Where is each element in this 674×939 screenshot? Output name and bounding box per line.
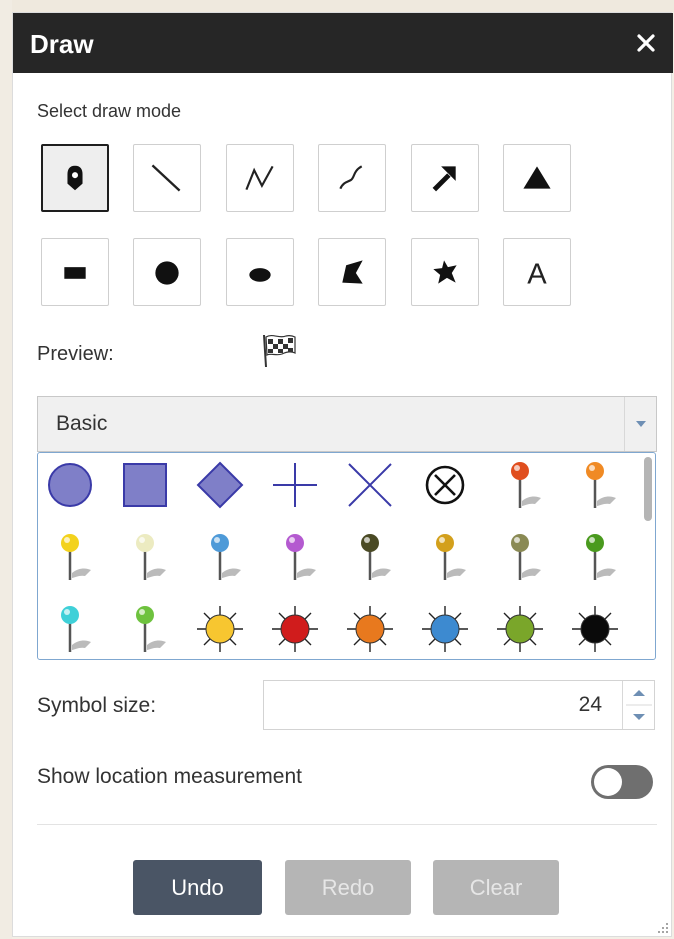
line-icon: [151, 164, 181, 192]
sun-red-symbol[interactable]: [268, 602, 322, 656]
pushpin-lightgreen-symbol[interactable]: [118, 602, 172, 656]
checkered-flag-icon: [260, 331, 300, 371]
pushpin-yellow-symbol[interactable]: [43, 530, 97, 584]
freehand-line-mode-button[interactable]: [318, 144, 386, 212]
point-mode-button[interactable]: [41, 144, 109, 212]
pushpin-olive-symbol[interactable]: [493, 530, 547, 584]
ellipse-mode-button[interactable]: [226, 238, 294, 306]
toggle-knob: [594, 768, 622, 796]
circle-x-symbol[interactable]: [418, 458, 472, 512]
pushpin-orange-symbol[interactable]: [568, 458, 622, 512]
x-symbol[interactable]: [343, 458, 397, 512]
pushpin-cream-symbol[interactable]: [118, 530, 172, 584]
draw-panel: Draw Select draw mode A Preview: Basic S…: [12, 12, 673, 937]
panel-header: Draw: [13, 13, 673, 73]
dropdown-arrow-icon[interactable]: [624, 397, 656, 451]
pushpin-purple-symbol[interactable]: [268, 530, 322, 584]
divider: [37, 824, 657, 825]
sun-black-symbol[interactable]: [568, 602, 622, 656]
location-measurement-toggle[interactable]: [591, 765, 653, 799]
text-mode-button[interactable]: A: [503, 238, 571, 306]
freehand-polygon-icon: [433, 260, 457, 284]
rectangle-icon: [64, 267, 86, 279]
cross-symbol[interactable]: [268, 458, 322, 512]
ellipse-icon: [249, 268, 271, 282]
close-icon[interactable]: [633, 27, 659, 57]
location-measurement-label: Show location measurement: [37, 765, 302, 788]
pushpin-gold-symbol[interactable]: [418, 530, 472, 584]
rectangle-mode-button[interactable]: [41, 238, 109, 306]
freehand-line-icon: [339, 165, 363, 190]
point-pin-icon: [67, 165, 83, 191]
pushpin-red-symbol[interactable]: [493, 458, 547, 512]
square-symbol[interactable]: [118, 458, 172, 512]
clear-button[interactable]: Clear: [433, 860, 559, 915]
diamond-symbol[interactable]: [193, 458, 247, 512]
circle-symbol[interactable]: [43, 458, 97, 512]
sun-yellow-symbol[interactable]: [193, 602, 247, 656]
text-mode-glyph: A: [527, 259, 547, 291]
symbol-size-stepper[interactable]: [622, 681, 654, 729]
pushpin-cyan-symbol[interactable]: [43, 602, 97, 656]
line-mode-button[interactable]: [133, 144, 201, 212]
symbol-set-value: Basic: [56, 412, 108, 435]
pushpin-green-symbol[interactable]: [568, 530, 622, 584]
symbol-size-value: 24: [578, 693, 602, 716]
arrow-mode-button[interactable]: [411, 144, 479, 212]
triangle-mode-button[interactable]: [503, 144, 571, 212]
polygon-icon: [342, 260, 363, 284]
preview-label: Preview:: [37, 343, 114, 365]
polyline-icon: [245, 165, 274, 191]
polygon-mode-button[interactable]: [318, 238, 386, 306]
text-icon: A: [527, 259, 547, 291]
freehand-polygon-mode-button[interactable]: [411, 238, 479, 306]
symbol-gallery: [37, 452, 656, 660]
draw-mode-label: Select draw mode: [37, 101, 182, 121]
pushpin-olive-dark-symbol[interactable]: [343, 530, 397, 584]
symbol-size-label: Symbol size:: [37, 694, 157, 717]
map-background-left: [0, 0, 12, 939]
symbol-set-select[interactable]: Basic: [37, 396, 657, 452]
sun-orange-symbol[interactable]: [343, 602, 397, 656]
redo-button[interactable]: Redo: [285, 860, 411, 915]
undo-button[interactable]: Undo: [133, 860, 262, 915]
sun-blue-symbol[interactable]: [418, 602, 472, 656]
panel-title: Draw: [30, 29, 94, 59]
pushpin-blue-symbol[interactable]: [193, 530, 247, 584]
circle-mode-button[interactable]: [133, 238, 201, 306]
sun-green-symbol[interactable]: [493, 602, 547, 656]
arrow-icon: [432, 166, 456, 192]
symbol-size-input[interactable]: 24: [263, 680, 655, 730]
symbol-gallery-scrollbar[interactable]: [644, 457, 652, 521]
stepper-arrows-icon: [626, 690, 652, 720]
circle-icon: [155, 261, 179, 285]
polyline-mode-button[interactable]: [226, 144, 294, 212]
resize-grip-icon[interactable]: [655, 920, 669, 934]
triangle-icon: [523, 166, 551, 189]
map-background: [0, 0, 674, 12]
